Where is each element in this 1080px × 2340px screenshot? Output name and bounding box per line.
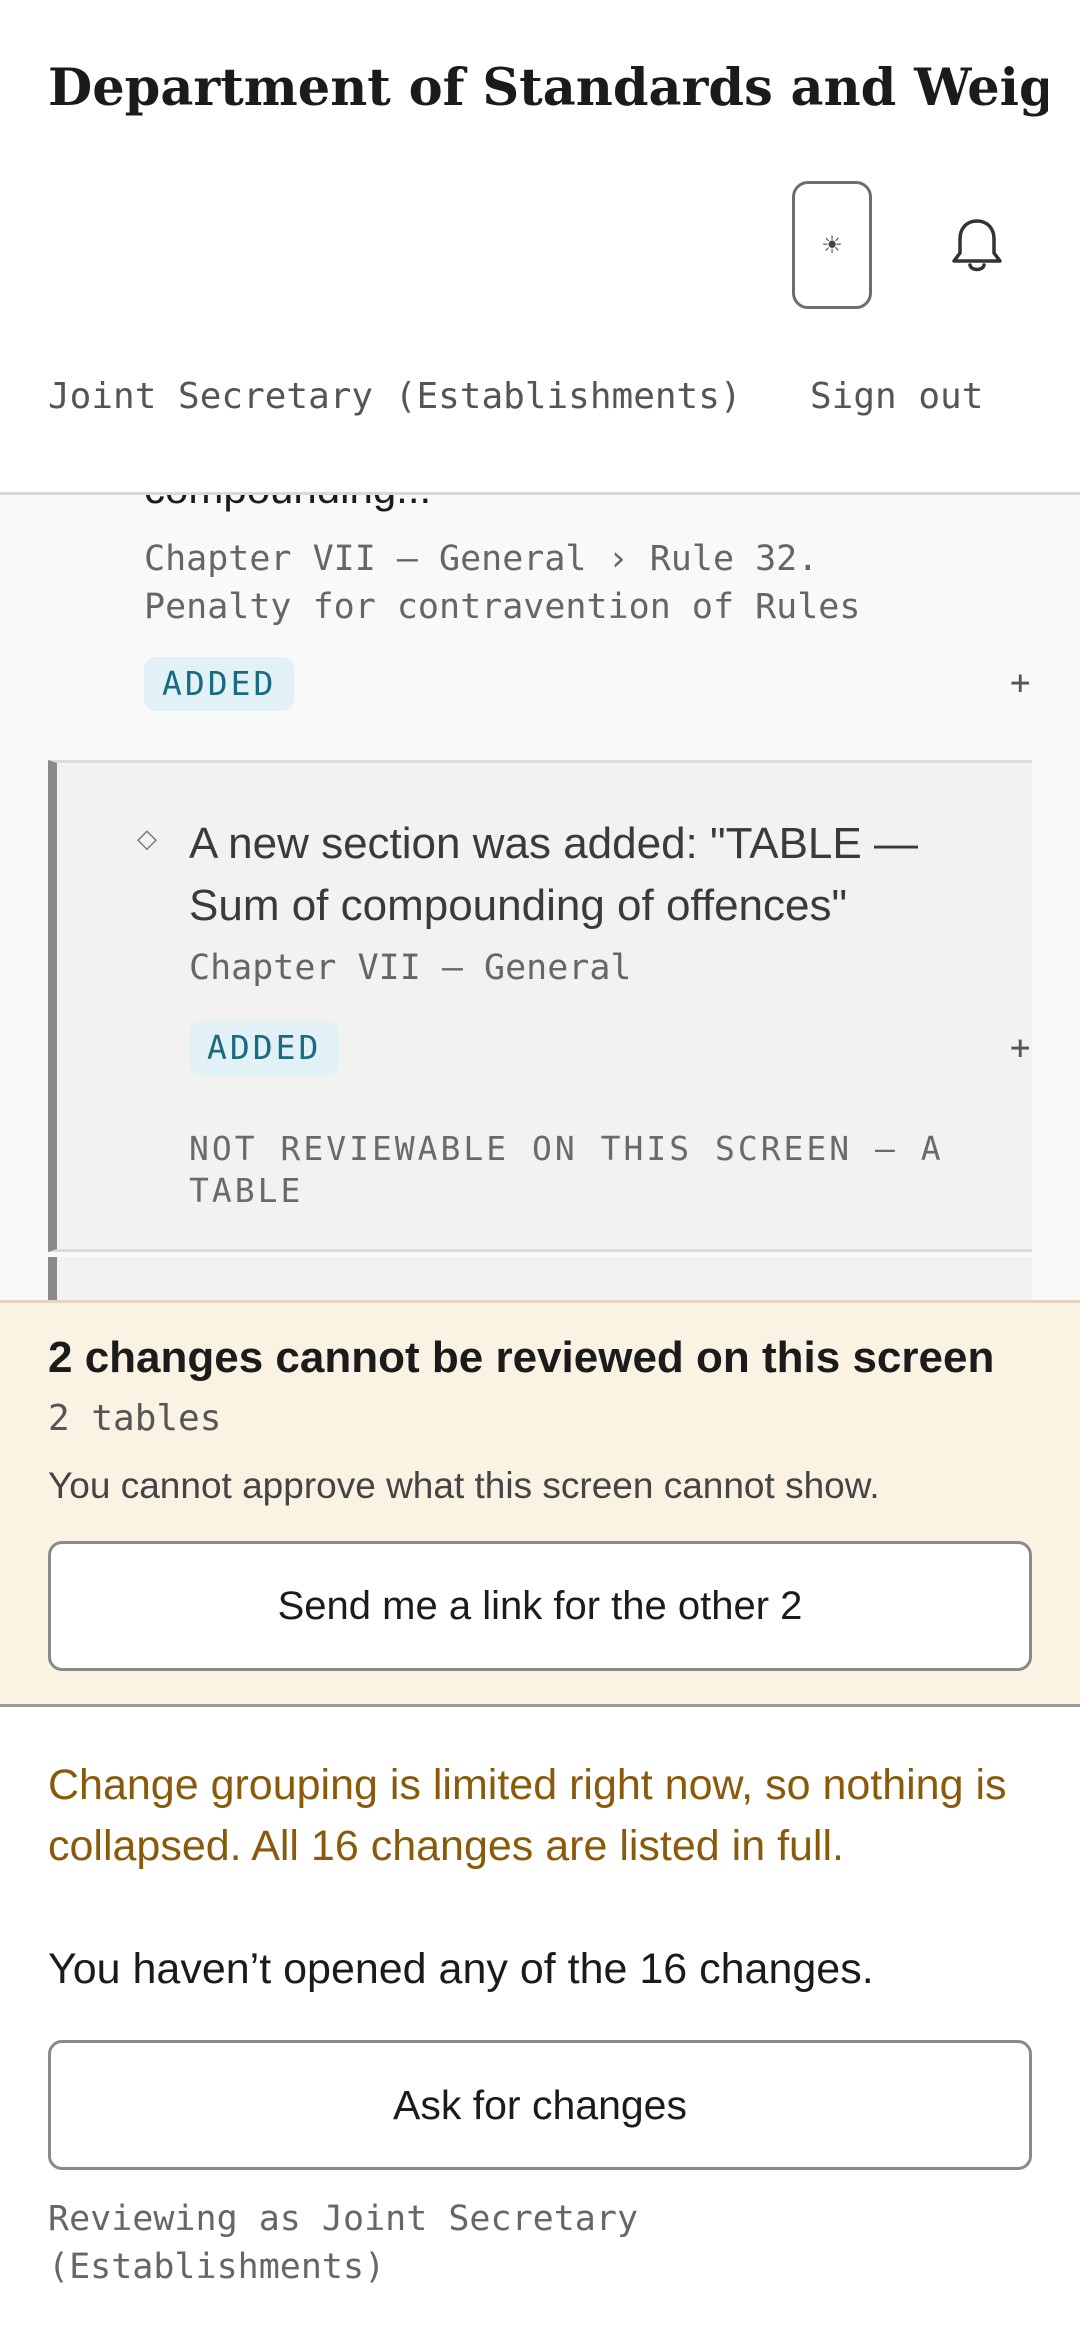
sign-out-link[interactable]: Sign out xyxy=(810,376,983,417)
send-link-button[interactable]: Send me a link for the other 2 xyxy=(48,1541,1032,1671)
bell-icon[interactable] xyxy=(948,215,1006,275)
change-item-path: Chapter VII — General xyxy=(189,948,632,988)
change-list: compounding... Chapter VII — General › R… xyxy=(0,495,1080,1300)
expand-button[interactable]: + xyxy=(1010,1028,1030,1068)
added-badge: ADDED xyxy=(144,657,295,711)
opened-status: You haven’t opened any of the 16 changes… xyxy=(48,1945,874,1993)
ask-for-changes-button[interactable]: Ask for changes xyxy=(48,2040,1032,2170)
grouping-notice: Change grouping is limited right now, so… xyxy=(48,1761,1007,1870)
unreviewable-warning-panel: 2 changes cannot be reviewed on this scr… xyxy=(0,1300,1080,1707)
change-item-path: Chapter VII — General › Rule 32. Penalty… xyxy=(144,539,861,627)
expand-button[interactable]: + xyxy=(1010,663,1030,703)
change-item-title[interactable]: A new section was added: "TABLE — Sum of… xyxy=(189,813,989,937)
app-header: Department of Standards and Weights ☀ Jo… xyxy=(0,0,1080,495)
not-reviewable-note: NOT REVIEWABLE ON THIS SCREEN — A TABLE xyxy=(189,1129,944,1210)
warning-body: You cannot approve what this screen cann… xyxy=(48,1465,880,1506)
change-item-title[interactable]: compounding... xyxy=(144,495,431,513)
sun-icon: ☀ xyxy=(821,231,843,259)
change-item-card[interactable] xyxy=(48,1257,1032,1300)
reviewing-as-label: Reviewing as Joint Secretary (Establishm… xyxy=(48,2199,639,2287)
user-role: Joint Secretary (Establishments) xyxy=(48,376,742,417)
page-title: Department of Standards and Weights xyxy=(48,58,1048,118)
warning-subtitle: 2 tables xyxy=(48,1398,222,1439)
theme-toggle-button[interactable]: ☀ xyxy=(792,181,872,309)
diamond-icon: ◇ xyxy=(137,823,157,853)
warning-title: 2 changes cannot be reviewed on this scr… xyxy=(48,1333,995,1382)
change-item-card[interactable]: ◇ A new section was added: "TABLE — Sum … xyxy=(48,760,1032,1252)
added-badge: ADDED xyxy=(189,1021,340,1075)
